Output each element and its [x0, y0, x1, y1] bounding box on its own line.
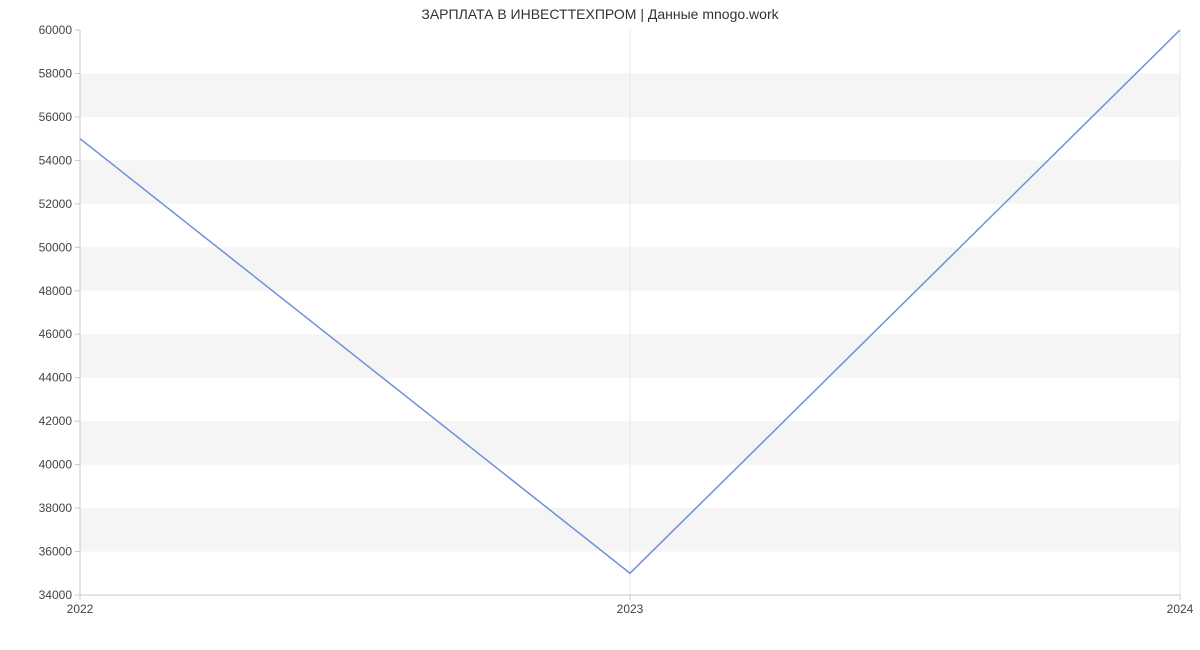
y-tick-label: 42000 [39, 414, 73, 428]
y-tick-label: 40000 [39, 458, 73, 472]
y-tick-label: 34000 [39, 588, 73, 602]
y-tick-label: 58000 [39, 66, 73, 80]
y-tick-label: 46000 [39, 327, 73, 341]
y-tick-label: 56000 [39, 110, 73, 124]
y-tick-label: 38000 [39, 501, 73, 515]
chart-container: ЗАРПЛАТА В ИНВЕСТТЕХПРОМ | Данные mnogo.… [0, 0, 1200, 650]
x-tick-label: 2022 [67, 602, 94, 616]
chart-svg: 34000 36000 38000 40000 42000 44000 46000 48000… [0, 0, 1200, 650]
y-tick-label: 50000 [39, 240, 73, 254]
x-tick-label: 2024 [1167, 602, 1194, 616]
chart-title: ЗАРПЛАТА В ИНВЕСТТЕХПРОМ | Данные mnogo.… [0, 6, 1200, 22]
y-tick-label: 52000 [39, 197, 73, 211]
y-tick-label: 54000 [39, 153, 73, 167]
y-tick-label: 36000 [39, 545, 73, 559]
y-tick-label: 44000 [39, 371, 73, 385]
y-tick-label: 60000 [39, 23, 73, 37]
y-tick-label: 48000 [39, 284, 73, 298]
x-tick-label: 2023 [617, 602, 644, 616]
